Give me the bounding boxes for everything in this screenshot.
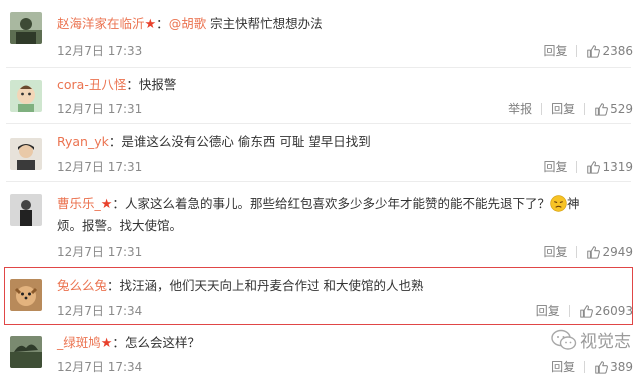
- like-button[interactable]: 529: [594, 102, 633, 116]
- avatar[interactable]: [10, 12, 42, 44]
- thumbs-up-icon: [595, 102, 609, 116]
- comment-item: 曹乐乐_★：人家这么着急的事儿。那些给红包喜欢多少多少年才能赞的能不能先退下了？…: [0, 182, 637, 267]
- like-count: 389: [610, 359, 633, 374]
- thumbs-up-icon: [587, 44, 601, 58]
- like-count: 2949: [602, 244, 633, 259]
- like-button[interactable]: 2949: [586, 245, 633, 259]
- comment-actions: 回复 1319: [543, 158, 633, 175]
- avatar[interactable]: [10, 194, 42, 226]
- comment-time: 12月7日 17:31: [57, 245, 143, 259]
- username-link[interactable]: cora-丑八怪: [57, 77, 126, 92]
- comment-actions: 回复 2949: [543, 243, 633, 260]
- comment-time: 12月7日 17:31: [57, 102, 143, 116]
- action-divider: [541, 102, 543, 115]
- like-button[interactable]: 2386: [586, 44, 633, 58]
- comment-text-line: Ryan_yk：是谁这么没有公德心 偷东西 可耻 望早日找到: [57, 134, 371, 149]
- annoyed-emoji-icon: [550, 195, 567, 212]
- comment-item: Ryan_yk：是谁这么没有公德心 偷东西 可耻 望早日找到 12月7日 17:…: [0, 124, 637, 182]
- username-link[interactable]: Ryan_yk: [57, 134, 109, 149]
- comment-text: 快报警: [138, 77, 177, 92]
- username-link[interactable]: 曹乐乐_: [57, 196, 101, 211]
- report-button[interactable]: 举报: [508, 100, 532, 117]
- action-divider: [576, 245, 578, 258]
- avatar[interactable]: [10, 138, 42, 170]
- comment-text-line: 兔么么兔：找汪涵，他们天天向上和丹麦合作过 和大使馆的人也熟: [57, 278, 424, 293]
- mention-link[interactable]: @胡歌: [169, 16, 207, 31]
- reply-button[interactable]: 回复: [543, 158, 567, 175]
- comment-text-line: cora-丑八怪：快报警: [57, 77, 177, 92]
- thumbs-up-icon: [595, 360, 609, 374]
- star-badge-icon: ★: [100, 336, 113, 351]
- comment-text-line: 曹乐乐_★：人家这么着急的事儿。那些给红包喜欢多少多少年才能赞的能不能先退下了？…: [57, 195, 580, 212]
- avatar[interactable]: [10, 279, 42, 311]
- thumbs-up-icon: [580, 304, 593, 318]
- action-divider: [568, 304, 570, 317]
- like-button[interactable]: 26093: [579, 304, 633, 318]
- watermark: 视觉志: [551, 327, 631, 352]
- comment-text-line: 赵海洋家在临沂★：@胡歌 宗主快帮忙想想办法: [57, 16, 323, 32]
- username-link[interactable]: 赵海洋家在临沂: [57, 16, 145, 31]
- comment-text: 宗主快帮忙想想办法: [206, 16, 323, 31]
- like-count: 2386: [602, 43, 633, 58]
- watermark-text: 视觉志: [580, 332, 631, 352]
- comment-actions: 回复 389: [551, 358, 633, 374]
- action-divider: [584, 360, 586, 373]
- comment-item: _绿斑鸠★：怎么会这样？ 12月7日 17:34 回复 389: [0, 326, 637, 374]
- avatar[interactable]: [10, 80, 42, 112]
- action-divider: [576, 44, 578, 57]
- comment-actions: 回复 26093: [536, 302, 633, 319]
- reply-button[interactable]: 回复: [543, 42, 567, 59]
- comment-text-line-2: 烦。报警。找大使馆。: [57, 218, 183, 233]
- comment-feed: 赵海洋家在临沂★：@胡歌 宗主快帮忙想想办法 12月7日 17:33 回复 23…: [0, 0, 637, 374]
- action-divider: [584, 102, 586, 115]
- thumbs-up-icon: [587, 160, 601, 174]
- comment-text: 找汪涵，他们天天向上和丹麦合作过 和大使馆的人也熟: [119, 278, 424, 293]
- comment-time: 12月7日 17:33: [57, 44, 143, 58]
- comment-text: 人家这么着急的事儿。那些给红包喜欢多少多少年才能赞的能不能先退下了？: [124, 196, 550, 211]
- username-link[interactable]: 兔么么兔: [57, 278, 107, 293]
- action-divider: [576, 160, 578, 173]
- like-count: 529: [610, 101, 633, 116]
- comment-text: 怎么会这样？: [124, 335, 200, 350]
- reply-button[interactable]: 回复: [543, 243, 567, 260]
- reply-button[interactable]: 回复: [536, 302, 560, 319]
- star-badge-icon: ★: [144, 17, 157, 32]
- star-badge-icon: ★: [100, 197, 113, 212]
- comment-actions: 举报 回复 529: [508, 100, 633, 117]
- wechat-icon: [551, 329, 577, 350]
- comment-text-line: _绿斑鸠★：怎么会这样？: [57, 335, 200, 351]
- thumbs-up-icon: [587, 245, 601, 259]
- comment-time: 12月7日 17:34: [57, 360, 143, 374]
- comment-text: 是谁这么没有公德心 偷东西 可耻 望早日找到: [121, 134, 371, 149]
- username-link[interactable]: _绿斑鸠: [57, 335, 101, 350]
- like-count: 1319: [602, 159, 633, 174]
- like-count: 26093: [594, 303, 633, 318]
- avatar[interactable]: [10, 336, 42, 368]
- comment-item: 赵海洋家在临沂★：@胡歌 宗主快帮忙想想办法 12月7日 17:33 回复 23…: [0, 0, 637, 68]
- like-button[interactable]: 389: [594, 360, 633, 374]
- comment-actions: 回复 2386: [543, 42, 633, 59]
- comment-item: cora-丑八怪：快报警 12月7日 17:31 举报 回复 529: [0, 68, 637, 124]
- reply-button[interactable]: 回复: [551, 100, 575, 117]
- reply-button[interactable]: 回复: [551, 358, 575, 374]
- comment-item-highlighted: 兔么么兔：找汪涵，他们天天向上和丹麦合作过 和大使馆的人也熟 12月7日 17:…: [0, 268, 637, 324]
- comment-time: 12月7日 17:34: [57, 304, 143, 318]
- comment-time: 12月7日 17:31: [57, 160, 143, 174]
- comment-text-tail: 神: [566, 196, 580, 211]
- like-button[interactable]: 1319: [586, 160, 633, 174]
